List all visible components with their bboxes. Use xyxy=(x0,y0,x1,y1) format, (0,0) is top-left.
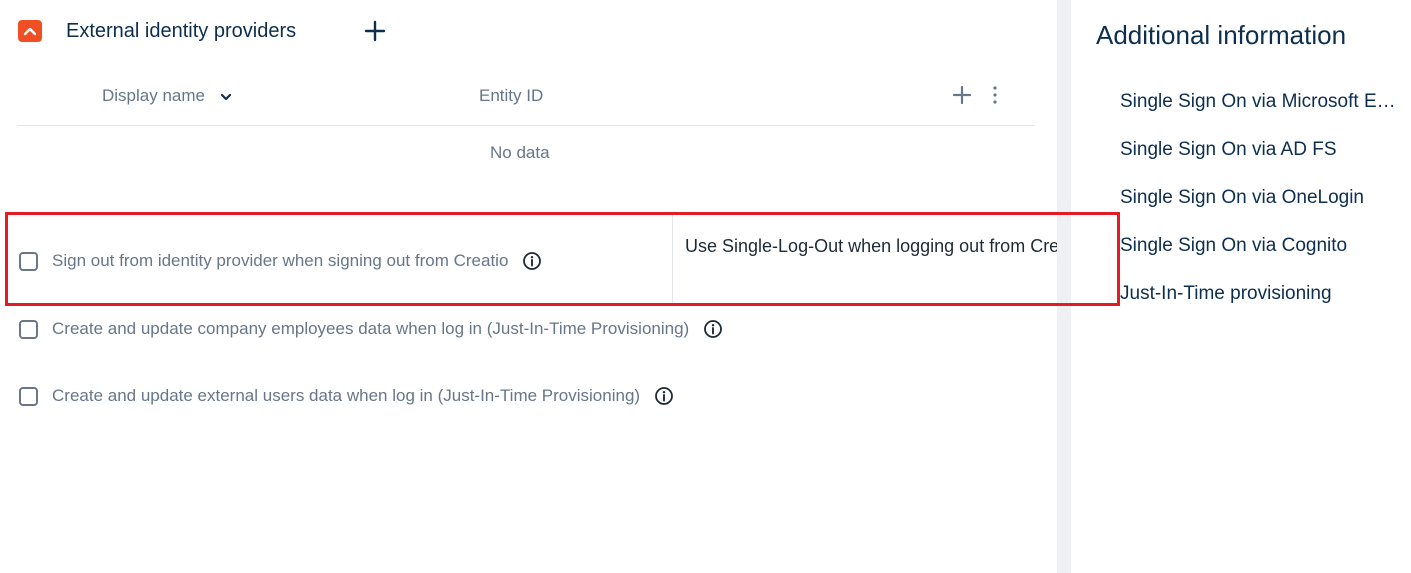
grid-empty-text: No data xyxy=(490,143,550,162)
add-provider-plus-icon[interactable] xyxy=(364,20,386,42)
main-panel: External identity providers Display name… xyxy=(0,0,1088,573)
external-users-jit-checkbox[interactable] xyxy=(19,386,38,406)
info-link-sso-onelogin[interactable]: Single Sign On via OneLogin xyxy=(1120,185,1400,211)
option-row-sign-out: Sign out from identity provider when sig… xyxy=(19,249,542,273)
column-header-label: Display name xyxy=(102,86,205,105)
column-header-display-name[interactable]: Display name xyxy=(102,84,232,108)
info-circle-icon[interactable] xyxy=(654,386,674,406)
additional-information-panel: Additional information Single Sign On vi… xyxy=(1071,0,1411,573)
sign-out-label: Sign out from identity provider when sig… xyxy=(52,251,509,270)
info-link-jit-provisioning[interactable]: Just-In-Time provisioning xyxy=(1120,281,1400,307)
option-row-employees-jit: Create and update company employees data… xyxy=(19,317,723,341)
info-circle-icon[interactable] xyxy=(703,319,723,339)
column-header-entity-id[interactable]: Entity ID xyxy=(479,84,543,108)
employees-jit-label: Create and update company employees data… xyxy=(52,319,690,338)
info-link-sso-cognito[interactable]: Single Sign On via Cognito xyxy=(1120,233,1400,259)
tooltip-text: Use Single-Log-Out when logging out from… xyxy=(685,236,1089,256)
collapse-section-button[interactable] xyxy=(18,20,42,42)
sign-out-checkbox[interactable] xyxy=(19,251,38,271)
tooltip-divider xyxy=(672,215,673,303)
sort-chevron-down-icon[interactable] xyxy=(220,92,232,102)
info-link-sso-adfs[interactable]: Single Sign On via AD FS xyxy=(1120,137,1400,163)
employees-jit-checkbox[interactable] xyxy=(19,319,38,339)
info-circle-icon[interactable] xyxy=(522,251,542,271)
option-row-external-users-jit: Create and update external users data wh… xyxy=(19,384,674,408)
grid-header-divider xyxy=(17,125,1035,126)
panel-separator xyxy=(1057,0,1071,573)
chevron-up-icon xyxy=(23,27,37,36)
info-link-sso-microsoft[interactable]: Single Sign On via Microsoft Entra ID xyxy=(1120,89,1400,115)
external-users-jit-label: Create and update external users data wh… xyxy=(52,386,641,405)
add-row-plus-icon[interactable] xyxy=(951,84,973,106)
additional-information-title: Additional information xyxy=(1096,20,1347,50)
more-options-vertical-dots-icon[interactable] xyxy=(988,83,1002,107)
section-title: External identity providers xyxy=(66,20,297,42)
